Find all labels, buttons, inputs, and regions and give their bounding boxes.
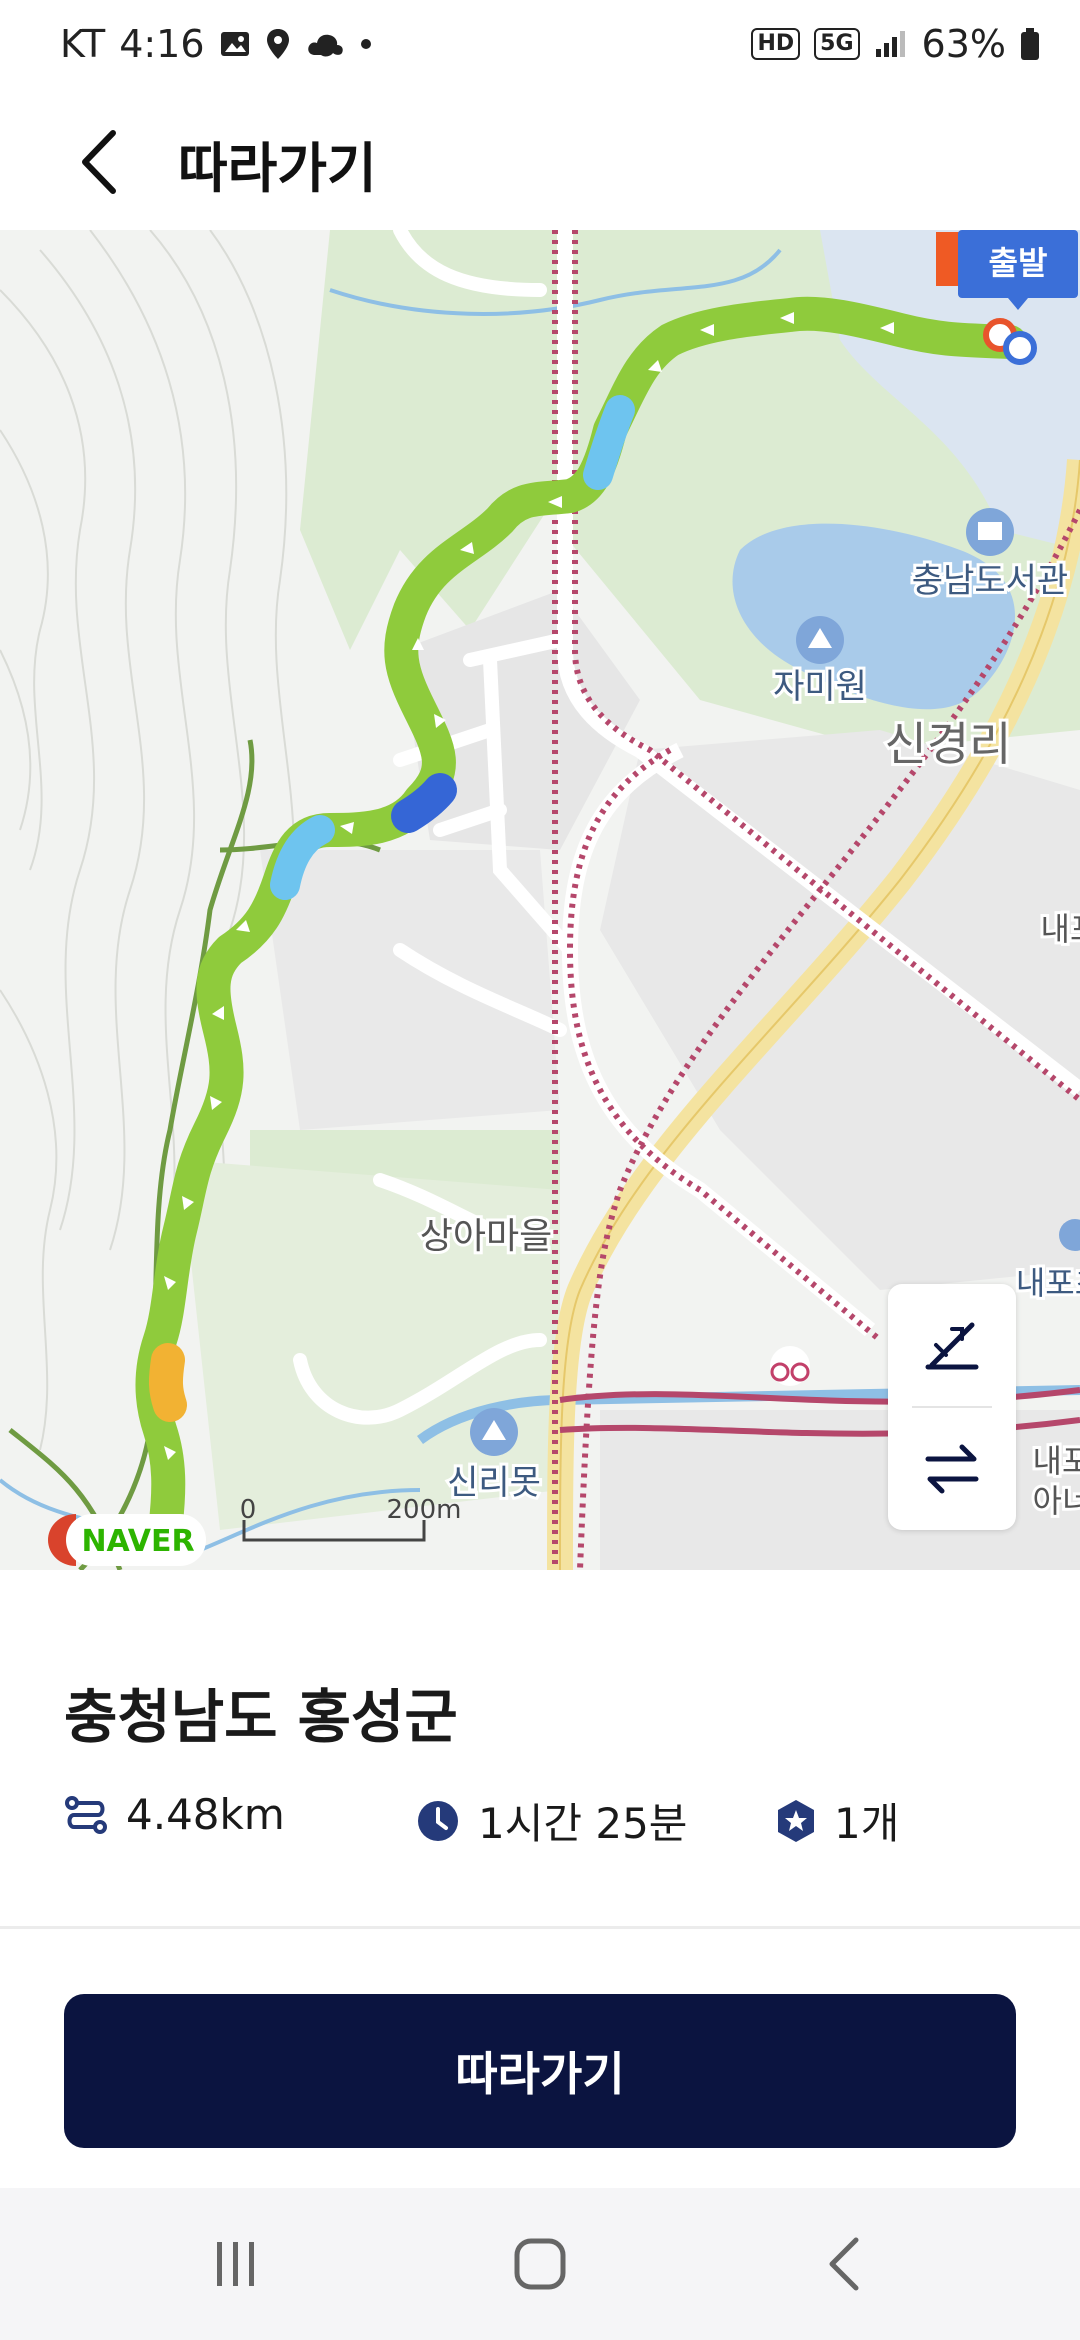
label-naepo-3: 내포 (1033, 1442, 1080, 1480)
route-distance-icon (65, 1795, 107, 1834)
label-naepo-1: 내포 (1041, 910, 1080, 948)
distance-value: 4.48km (126, 1790, 285, 1839)
recent-apps-button[interactable] (186, 2224, 286, 2304)
label-naepo-4: 아너 (1033, 1482, 1080, 1520)
clock-icon (418, 1800, 458, 1841)
back-button[interactable] (60, 122, 140, 202)
status-bar: KT 4:16 HD 5G 63% (0, 0, 1080, 100)
image-icon (220, 32, 249, 56)
svg-text:0: 0 (240, 1495, 257, 1525)
header: 따라가기 (0, 100, 1080, 230)
duration-stat: 1시간 25분 (416, 1790, 687, 1851)
region-name: 충청남도 홍성군 (64, 1683, 458, 1751)
home-button[interactable] (490, 2224, 590, 2304)
duration-value: 1시간 25분 (478, 1799, 688, 1848)
page-title: 따라가기 (178, 137, 377, 200)
svg-text:NAVER: NAVER (81, 1524, 194, 1559)
battery-percent: 63% (921, 22, 1006, 66)
home-icon (514, 2238, 566, 2290)
waypoints-value: 1개 (834, 1799, 900, 1848)
label-singyeongri: 신경리 (885, 717, 1012, 771)
start-badge-label: 출발 (989, 244, 1048, 282)
dot-icon (360, 39, 371, 49)
follow-button[interactable]: 따라가기 (64, 1994, 1016, 2148)
signal-icon (875, 31, 905, 57)
slope-icon (925, 1322, 979, 1370)
label-naepo-2: 내포초 (1016, 1264, 1080, 1302)
battery-icon (1021, 28, 1039, 60)
label-sangamaeul: 상아마을 (420, 1216, 552, 1257)
network-badge: 5G (814, 28, 860, 60)
system-nav-bar (0, 2188, 1080, 2340)
route-info-sheet: 충청남도 홍성군 4.48km 1시간 25분 1개 따라가기 (0, 1570, 1080, 2188)
svg-text:200m: 200m (387, 1495, 462, 1525)
map-controls (888, 1284, 1016, 1530)
carrier: KT (60, 22, 106, 66)
chevron-left-icon (82, 130, 116, 194)
recent-apps-icon (217, 2242, 254, 2286)
label-library: 충남도서관 (912, 561, 1068, 601)
system-back-button[interactable] (794, 2224, 894, 2304)
route-stats: 4.48km 1시간 25분 1개 (64, 1790, 1044, 1860)
waypoint-badge-icon (778, 1799, 814, 1842)
waypoints-stat: 1개 (776, 1790, 899, 1851)
slope-button[interactable] (888, 1284, 1016, 1406)
distance-stat: 4.48km (64, 1790, 285, 1839)
swap-icon (925, 1444, 979, 1494)
clock: 4:16 (119, 22, 205, 66)
cloud-icon (307, 34, 343, 57)
naver-logo: NAVER (48, 1514, 206, 1566)
back-icon (829, 2237, 859, 2291)
swap-button[interactable] (888, 1408, 1016, 1530)
label-jamiwon: 자미원 (773, 667, 867, 707)
divider (0, 1926, 1080, 1929)
hd-badge: HD (751, 28, 801, 60)
location-icon (266, 29, 289, 59)
